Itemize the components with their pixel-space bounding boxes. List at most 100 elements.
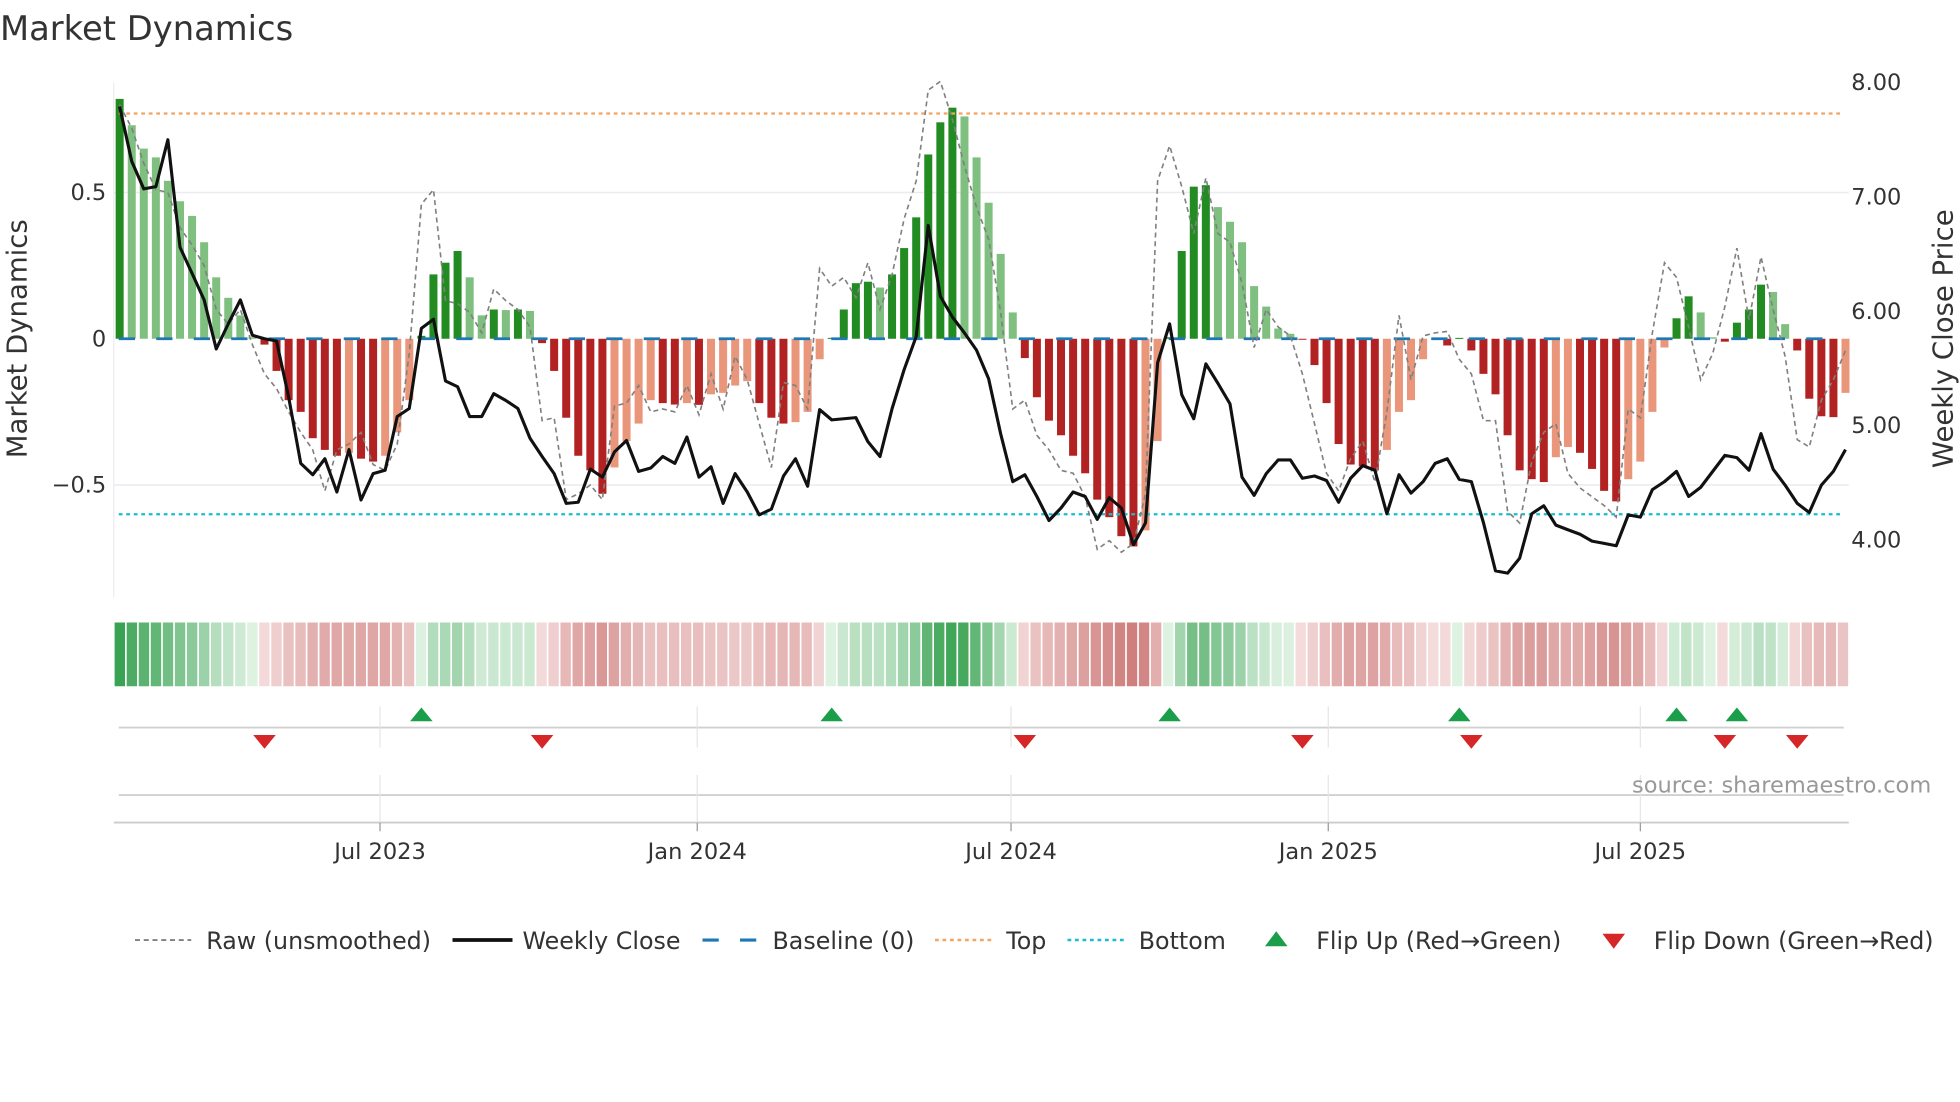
heat-strip-cell [271, 622, 282, 687]
heat-strip-cell [259, 622, 270, 687]
legend-item-top[interactable]: Top [935, 927, 1046, 955]
heat-strip-cell [741, 622, 752, 687]
histogram-bar [344, 338, 353, 453]
heat-strip-cell [427, 622, 439, 687]
histogram-bar [163, 180, 172, 339]
histogram-bar [634, 338, 643, 424]
chart-title: Market Dynamics [0, 9, 293, 48]
histogram-bar [1189, 186, 1198, 339]
reference-lines [118, 112, 1844, 516]
histogram-bar [562, 338, 571, 418]
heat-strip-cell [1367, 622, 1379, 687]
heat-strip-cell [825, 622, 836, 687]
heat-strip-cell [1042, 622, 1053, 687]
heat-strip [114, 622, 1849, 687]
legend-label-flip-up: Flip Up (Red→Green) [1316, 927, 1561, 955]
heat-strip-cell [680, 622, 692, 687]
histogram-bar [1527, 338, 1536, 480]
heat-strip-cell [283, 622, 294, 687]
heat-strip-cell [1018, 622, 1029, 687]
heat-strip-cell [1813, 622, 1825, 687]
heat-strip-cell [656, 622, 668, 687]
histogram-bar [465, 277, 474, 339]
heat-strip-cell [1536, 622, 1547, 687]
heat-strip-cell [1596, 622, 1608, 687]
heat-strip-cell [1211, 622, 1222, 687]
flip-down-marker [1013, 735, 1037, 749]
flip-up-marker [1158, 707, 1181, 722]
heat-strip-cell [1729, 622, 1740, 687]
heat-strip-cell [1078, 622, 1089, 687]
source-label: source: sharemaestro.com [1632, 773, 1931, 799]
flip-up-marker [1665, 707, 1688, 722]
heat-strip-cell [114, 622, 125, 687]
heat-strip-cell [729, 622, 740, 687]
histogram-bar [139, 148, 148, 339]
legend-item-flip-down[interactable]: Flip Down (Green→Red) [1602, 927, 1934, 955]
histogram-bar [719, 338, 728, 393]
heat-strip-cell [644, 622, 656, 687]
histogram-bar [369, 338, 378, 462]
heat-strip-cell [705, 622, 716, 687]
heat-strip-cell [174, 622, 186, 687]
heat-strip-cell [1452, 622, 1463, 687]
histogram-bar [1008, 312, 1017, 339]
histogram-bar [1093, 338, 1102, 500]
legend-item-flip-up[interactable]: Flip Up (Red→Green) [1265, 927, 1561, 955]
histogram-bar [863, 281, 872, 339]
heat-strip-cell [1584, 622, 1596, 687]
heat-strip-cell [1669, 622, 1680, 687]
histogram-bar [477, 315, 486, 339]
heat-strip-cell [861, 622, 873, 687]
x-tick-label: Jan 2024 [646, 839, 747, 865]
heat-strip-cell [946, 622, 957, 687]
heat-strip-cell [1126, 622, 1138, 687]
legend-label-raw: Raw (unsmoothed) [206, 927, 431, 955]
heat-strip-cell [1837, 622, 1849, 687]
heat-strip-cell [1403, 622, 1415, 687]
histogram-bar [670, 338, 679, 405]
histogram-bar [875, 287, 884, 339]
heat-strip-cell [1271, 622, 1282, 687]
heat-strip-cell [1488, 622, 1499, 687]
legend-item-raw[interactable]: Raw (unsmoothed) [135, 927, 431, 955]
heat-strip-cell [1187, 622, 1198, 687]
histogram-bar [622, 338, 631, 442]
histogram-bar [1334, 338, 1343, 445]
x-tick-label: Jul 2023 [332, 839, 426, 865]
histogram-bar [1732, 322, 1741, 339]
heat-strip-cell [584, 622, 595, 687]
histogram-bar [1612, 338, 1621, 502]
heat-strip-cell [198, 622, 210, 687]
legend-label-flip-down: Flip Down (Green→Red) [1654, 927, 1934, 955]
heat-strip-cell [452, 622, 463, 687]
heat-strip-cell [476, 622, 487, 687]
heat-strip-cell [1777, 622, 1788, 687]
histogram-bar [1346, 338, 1355, 465]
heat-strip-cell [849, 622, 861, 687]
x-tick-label: Jul 2024 [963, 839, 1057, 865]
legend-item-bottom[interactable]: Bottom [1067, 927, 1226, 955]
histogram-bar [755, 338, 764, 404]
heat-strip-cell [873, 622, 885, 687]
heat-strip-cell [1753, 622, 1764, 687]
legend-item-close[interactable]: Weekly Close [452, 927, 681, 955]
histogram-bar [513, 309, 522, 339]
heat-strip-cell [1391, 622, 1403, 687]
heat-strip-cell [837, 622, 848, 687]
histogram-bar [1575, 338, 1584, 453]
histogram-bar [658, 338, 667, 404]
heat-strip-cell [1717, 622, 1728, 687]
histogram-bar [1539, 338, 1548, 483]
heat-strip-cell [789, 622, 800, 687]
heat-strip-cell [1283, 622, 1294, 687]
histogram-bar [115, 98, 124, 339]
heat-strip-cell [1705, 622, 1716, 687]
series-lines [118, 80, 1847, 575]
histogram-bar [900, 248, 909, 339]
legend-item-baseline[interactable]: Baseline (0) [702, 927, 915, 955]
histogram-bar [1020, 338, 1029, 359]
histogram-bar [779, 338, 788, 424]
heat-strip-cell [223, 622, 234, 687]
y2-tick-label: 4.00 [1851, 528, 1901, 554]
